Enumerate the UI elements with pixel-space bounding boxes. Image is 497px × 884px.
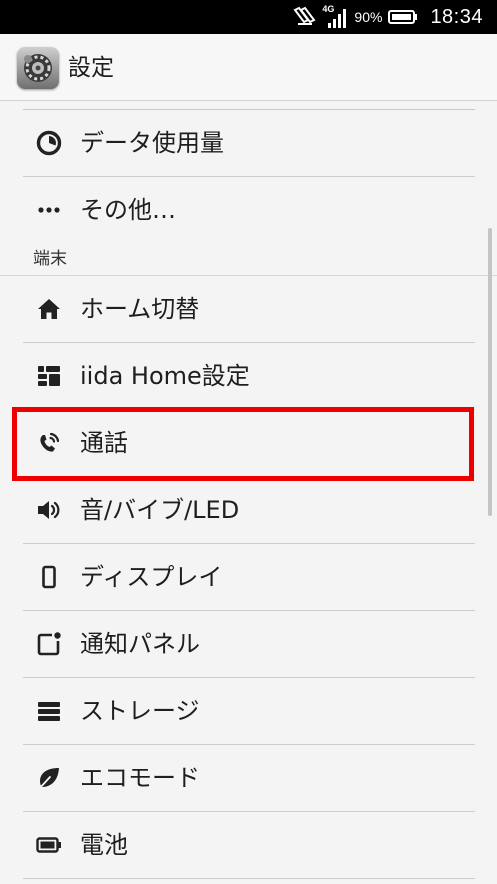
settings-item-eco-mode[interactable]: エコモード [23, 745, 475, 811]
nfc-icon [292, 6, 316, 28]
settings-item-more[interactable]: その他… [23, 177, 475, 243]
speaker-icon [36, 497, 62, 523]
cellular-signal: 4G [322, 5, 348, 29]
status-icons: 4G 90% 18:34 [292, 0, 483, 34]
settings-item-home-switch[interactable]: ホーム切替 [23, 276, 475, 342]
settings-app-icon[interactable] [17, 47, 59, 89]
status-bar: 4G 90% 18:34 [0, 0, 497, 34]
settings-item-label: その他… [80, 196, 176, 224]
settings-item-label: ホーム切替 [80, 295, 200, 323]
settings-item-label: 音/バイブ/LED [80, 496, 240, 524]
display-icon [36, 564, 62, 590]
settings-item-label: iida Home設定 [80, 362, 250, 390]
storage-icon [36, 698, 62, 724]
divider [23, 878, 475, 879]
battery-percent: 90% [354, 9, 383, 25]
grid-tiles-icon [36, 363, 62, 389]
page-title: 設定 [68, 55, 114, 81]
more-dots-icon [36, 197, 62, 223]
data-usage-icon [36, 130, 62, 156]
settings-item-display[interactable]: ディスプレイ [23, 544, 475, 610]
highlight-box [12, 407, 474, 481]
settings-item-battery[interactable]: 電池 [23, 812, 475, 878]
battery-status-icon [388, 9, 418, 25]
settings-item-notification-panel[interactable]: 通知パネル [23, 611, 475, 677]
home-icon [36, 296, 62, 322]
settings-item-sound[interactable]: 音/バイブ/LED [23, 477, 475, 543]
settings-list: データ使用量 その他… 端末 ホーム切替 iida Home設定 通話 音/バイ… [0, 101, 497, 884]
signal-bars-icon [328, 9, 347, 28]
battery-icon [36, 832, 62, 858]
settings-item-label: エコモード [80, 764, 200, 792]
app-bar: 設定 [0, 34, 497, 101]
leaf-icon [36, 765, 62, 791]
settings-item-label: ディスプレイ [80, 563, 223, 591]
settings-item-label: データ使用量 [80, 129, 224, 157]
settings-item-label: 通知パネル [80, 630, 200, 658]
settings-item-iida-home[interactable]: iida Home設定 [23, 343, 475, 409]
notification-panel-icon [36, 631, 62, 657]
settings-item-label: ストレージ [80, 697, 200, 725]
section-header-device: 端末 [33, 249, 67, 269]
clock: 18:34 [430, 5, 483, 28]
settings-item-storage[interactable]: ストレージ [23, 678, 475, 744]
scrollbar[interactable] [488, 228, 492, 516]
settings-item-data-usage[interactable]: データ使用量 [23, 110, 475, 176]
settings-item-label: 電池 [80, 831, 128, 859]
